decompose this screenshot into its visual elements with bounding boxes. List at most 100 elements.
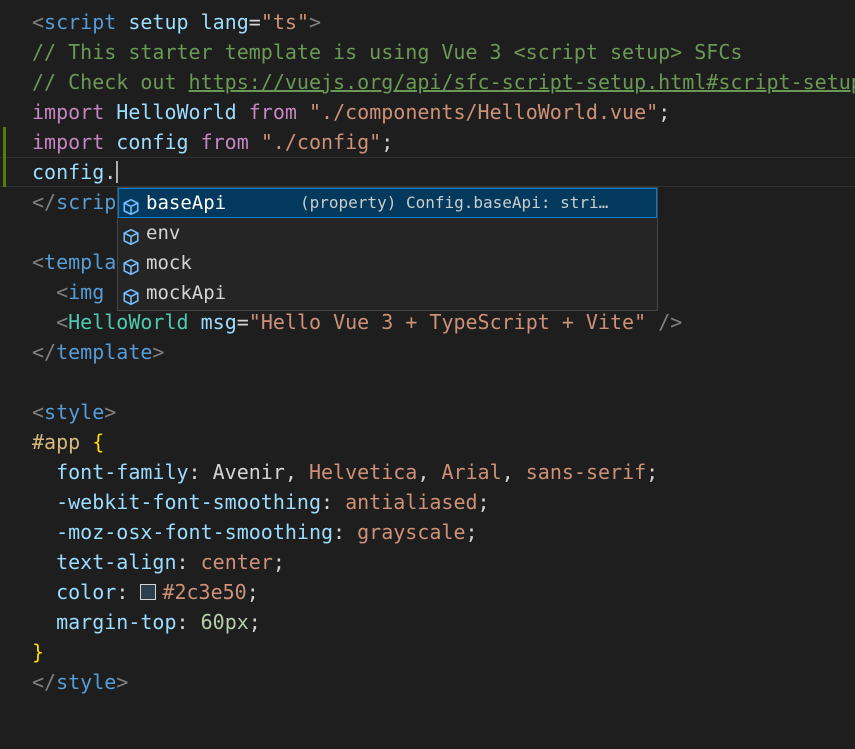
code-token: from bbox=[248, 100, 297, 124]
code-token: ; bbox=[465, 520, 478, 544]
code-line[interactable]: // Check out https://vuejs.org/api/sfc-s… bbox=[0, 67, 855, 97]
code-token: import bbox=[32, 130, 105, 154]
suggest-item-mock[interactable]: mock bbox=[118, 248, 657, 278]
code-token: < bbox=[32, 10, 45, 34]
code-line[interactable]: text-align: center; bbox=[0, 547, 855, 577]
code-token: text-align bbox=[56, 550, 177, 574]
code-line[interactable]: font-family: Avenir, Helvetica, Arial, s… bbox=[0, 457, 855, 487]
code-token: -moz-osx-font-smoothing bbox=[56, 520, 334, 544]
code-token: style bbox=[56, 670, 117, 694]
code-token: color bbox=[56, 580, 117, 604]
code-line[interactable]: </style> bbox=[0, 667, 855, 697]
code-line[interactable]: -moz-osx-font-smoothing: grayscale; bbox=[0, 517, 855, 547]
code-line[interactable]: // This starter template is using Vue 3 … bbox=[0, 37, 855, 67]
code-token: "./components/HelloWorld.vue" bbox=[308, 100, 659, 124]
code-token: font-family bbox=[56, 460, 189, 484]
suggest-item-label: mock bbox=[146, 252, 192, 274]
code-token: #2c3e50 bbox=[162, 580, 247, 604]
suggest-item-baseapi[interactable]: baseApi (property) Config.baseApi: stri… bbox=[118, 188, 657, 218]
code-token: margin-top bbox=[56, 610, 177, 634]
code-token: /> bbox=[658, 310, 683, 334]
code-token: = bbox=[236, 310, 249, 334]
code-token: : bbox=[176, 550, 201, 574]
code-token: < bbox=[32, 250, 45, 274]
code-line[interactable]: config. bbox=[0, 157, 855, 187]
code-token: > bbox=[152, 340, 165, 364]
autocomplete-suggest-widget[interactable]: baseApi (property) Config.baseApi: stri… e… bbox=[117, 187, 658, 311]
code-line[interactable]: import HelloWorld from "./components/Hel… bbox=[0, 97, 855, 127]
code-line[interactable] bbox=[0, 367, 855, 397]
color-swatch-icon[interactable] bbox=[140, 584, 157, 600]
code-token: > bbox=[116, 670, 129, 694]
code-token: ; bbox=[248, 610, 261, 634]
code-line[interactable]: <HelloWorld msg="Hello Vue 3 + TypeScrip… bbox=[0, 307, 855, 337]
code-token: </ bbox=[32, 670, 57, 694]
code-token: template bbox=[56, 340, 153, 364]
code-line[interactable]: margin-top: 60px; bbox=[0, 607, 855, 637]
suggest-item-label: baseApi bbox=[146, 192, 227, 214]
code-line[interactable]: <style> bbox=[0, 397, 855, 427]
code-token: -webkit-font-smoothing bbox=[56, 490, 321, 514]
code-token: </ bbox=[32, 190, 57, 214]
code-line[interactable]: <script setup lang="ts"> bbox=[0, 7, 855, 37]
code-token: sans-serif bbox=[525, 460, 647, 484]
code-token: ; bbox=[272, 550, 285, 574]
code-token: img bbox=[68, 280, 105, 304]
suggest-item-env[interactable]: env bbox=[118, 218, 657, 248]
code-token: </ bbox=[32, 340, 57, 364]
code-editor[interactable]: <script setup lang="ts">// This starter … bbox=[0, 0, 855, 749]
code-token: ; bbox=[477, 490, 490, 514]
code-token: ; bbox=[381, 130, 394, 154]
code-line[interactable]: -webkit-font-smoothing: antialiased; bbox=[0, 487, 855, 517]
code-token: : bbox=[333, 520, 358, 544]
code-line[interactable]: #app { bbox=[0, 427, 855, 457]
code-line[interactable]: import config from "./config"; bbox=[0, 127, 855, 157]
code-token: . bbox=[104, 160, 117, 184]
code-token: antialiased bbox=[345, 490, 478, 514]
code-token: < bbox=[56, 280, 69, 304]
code-token: // Check out bbox=[32, 70, 189, 94]
code-line[interactable]: </template> bbox=[0, 337, 855, 367]
code-token: config bbox=[116, 130, 189, 154]
code-token: import bbox=[32, 100, 105, 124]
text-cursor bbox=[116, 161, 119, 183]
code-token: "ts" bbox=[260, 10, 309, 34]
code-token: config bbox=[32, 160, 105, 184]
code-token: : bbox=[176, 610, 201, 634]
property-icon bbox=[122, 285, 140, 306]
code-token: Helvetica bbox=[308, 460, 418, 484]
suggest-item-detail: (property) Config.baseApi: stri… bbox=[300, 193, 609, 212]
property-icon bbox=[122, 255, 140, 276]
code-line[interactable]: color: #2c3e50; bbox=[0, 577, 855, 607]
code-token: ; bbox=[246, 580, 259, 604]
code-token: script bbox=[44, 10, 117, 34]
code-token: : bbox=[116, 580, 141, 604]
suggest-item-mockapi[interactable]: mockApi bbox=[118, 278, 657, 308]
code-token: < bbox=[32, 400, 45, 424]
code-line[interactable]: } bbox=[0, 637, 855, 667]
code-token: ; bbox=[658, 100, 671, 124]
code-token: , bbox=[501, 460, 526, 484]
suggest-item-label: mockApi bbox=[146, 282, 227, 304]
code-link[interactable]: https://vuejs.org/api/sfc-script-setup.h… bbox=[189, 70, 855, 94]
code-token: #app bbox=[32, 430, 81, 454]
code-token: setup bbox=[128, 10, 189, 34]
code-token: } bbox=[32, 640, 45, 664]
code-token: ; bbox=[646, 460, 659, 484]
